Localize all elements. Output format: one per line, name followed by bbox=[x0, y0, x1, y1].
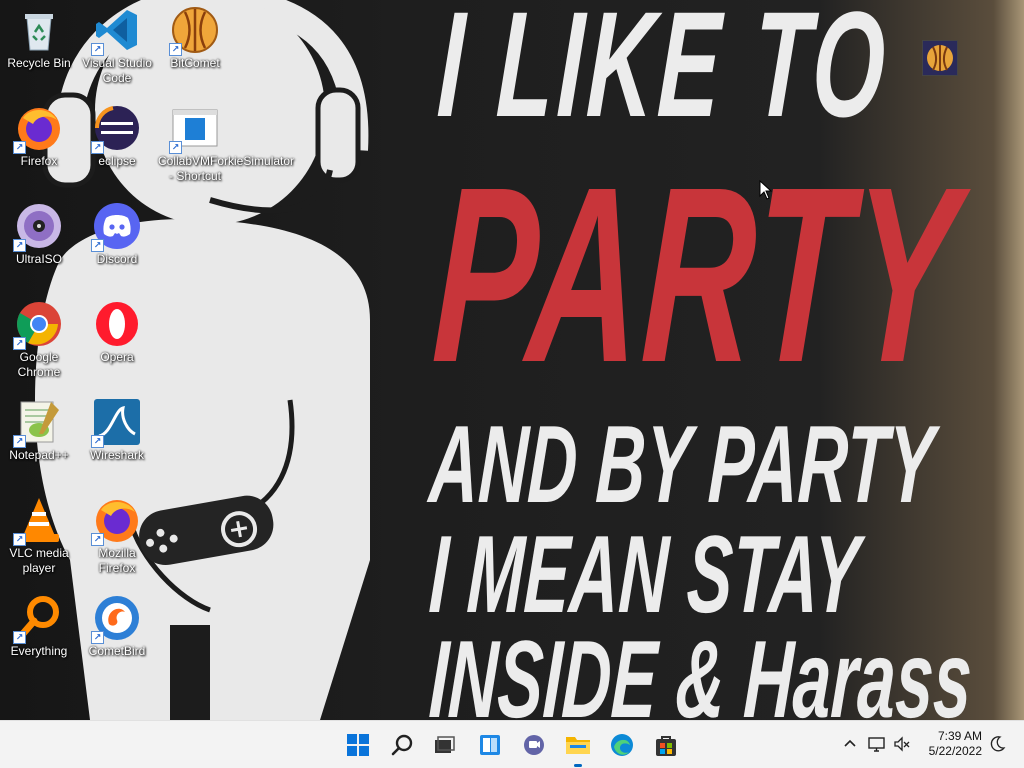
desktop-icon-vlc[interactable]: ↗ VLC media player bbox=[1, 492, 77, 576]
desktop-icon-vscode[interactable]: ↗ Visual Studio Code bbox=[79, 2, 155, 86]
vlc-icon: ↗ bbox=[13, 496, 63, 546]
icon-label: UltraISO bbox=[15, 252, 62, 266]
vscode-icon: ↗ bbox=[91, 6, 141, 56]
chrome-icon: ↗ bbox=[13, 300, 63, 350]
desktop-icon-chrome[interactable]: ↗ Google Chrome bbox=[1, 296, 77, 380]
icon-label: CometBird bbox=[88, 644, 146, 658]
icon-label: Notepad++ bbox=[9, 448, 69, 462]
desktop-icon-cometbird[interactable]: ↗ CometBird bbox=[79, 590, 155, 659]
file-explorer-icon bbox=[566, 737, 590, 754]
wallpaper-line-3: AND BY PARTY bbox=[426, 403, 937, 526]
desktop-icon-opera[interactable]: Opera bbox=[79, 296, 155, 365]
desktop-icon-bitcomet[interactable]: ↗ BitComet bbox=[157, 2, 233, 71]
taskbar: 7:39 AM 5/22/2022 bbox=[0, 720, 1024, 768]
network-icon bbox=[868, 737, 885, 752]
ultraiso-icon: ↗ bbox=[13, 202, 63, 252]
clock-date: 5/22/2022 bbox=[928, 744, 982, 758]
eclipse-icon: ↗ bbox=[91, 104, 141, 154]
store-icon bbox=[656, 736, 676, 756]
notepadpp-icon: ↗ bbox=[13, 398, 63, 448]
desktop-icon-mozilla-firefox[interactable]: ↗ Mozilla Firefox bbox=[79, 492, 155, 576]
wallpaper-line-4: I MEAN STAY bbox=[426, 513, 862, 636]
icon-label: CollabVMForkieSimulator - Shortcut bbox=[158, 154, 295, 183]
wallpaper-line-5: INSIDE & Harass bbox=[426, 618, 975, 720]
store-button[interactable] bbox=[650, 729, 682, 761]
network-button[interactable] bbox=[868, 735, 886, 753]
focus-assist-button[interactable] bbox=[988, 735, 1006, 753]
desktop-icon-notepadpp[interactable]: ↗ Notepad++ bbox=[1, 394, 77, 463]
icon-label: Wireshark bbox=[89, 448, 144, 462]
search-button[interactable] bbox=[386, 729, 418, 761]
desktop-icon-eclipse[interactable]: ↗ eclipse bbox=[79, 100, 155, 169]
desktop-icon-everything[interactable]: ↗ Everything bbox=[1, 590, 77, 659]
icon-label: Opera bbox=[100, 350, 134, 364]
chat-icon bbox=[524, 735, 544, 755]
widgets-button[interactable] bbox=[474, 729, 506, 761]
icon-label: Visual Studio Code bbox=[82, 56, 152, 85]
icon-label: Recycle Bin bbox=[7, 56, 71, 70]
mouse-cursor-icon bbox=[759, 180, 773, 200]
volume-button[interactable] bbox=[893, 735, 911, 753]
show-hidden-icons-button[interactable] bbox=[841, 735, 859, 753]
task-view-icon bbox=[435, 736, 455, 753]
firefox-icon: ↗ bbox=[91, 496, 141, 546]
icon-label: Discord bbox=[96, 252, 138, 266]
desktop-icon-discord[interactable]: ↗ Discord bbox=[79, 198, 155, 267]
opera-icon bbox=[93, 300, 141, 348]
volume-muted-icon bbox=[894, 736, 910, 752]
bitcomet-floating-icon[interactable] bbox=[922, 40, 958, 76]
search-icon bbox=[391, 734, 413, 756]
clock-time: 7:39 AM bbox=[937, 729, 982, 743]
cometbird-icon: ↗ bbox=[91, 594, 141, 644]
start-icon bbox=[347, 734, 369, 756]
discord-icon: ↗ bbox=[91, 202, 141, 252]
icon-label: VLC media player bbox=[9, 546, 69, 575]
desktop-icon-recycle-bin[interactable]: Recycle Bin bbox=[1, 2, 77, 71]
wallpaper-line-1: I LIKE TO bbox=[434, 0, 893, 148]
clock[interactable]: 7:39 AM 5/22/2022 bbox=[929, 729, 982, 759]
desktop-icon-collabvm[interactable]: ↗ CollabVMForkieSimulator - Shortcut bbox=[157, 100, 295, 184]
icon-label: Firefox bbox=[20, 154, 58, 168]
file-explorer-button[interactable] bbox=[562, 729, 594, 761]
icon-label: Mozilla Firefox bbox=[98, 546, 136, 575]
chat-button[interactable] bbox=[518, 729, 550, 761]
collabvm-icon: ↗ bbox=[169, 104, 219, 154]
task-view-button[interactable] bbox=[428, 729, 460, 761]
start-button[interactable] bbox=[342, 729, 374, 761]
wireshark-icon: ↗ bbox=[91, 398, 141, 448]
icon-label: Google Chrome bbox=[17, 350, 61, 379]
recycle-bin-icon bbox=[15, 6, 63, 54]
icon-label: Everything bbox=[10, 644, 68, 658]
wallpaper-line-2: PARTY bbox=[428, 135, 965, 414]
everything-icon: ↗ bbox=[13, 594, 63, 644]
desktop-icon-firefox[interactable]: ↗ Firefox bbox=[1, 100, 77, 169]
edge-icon bbox=[611, 734, 633, 756]
bitcomet-icon: ↗ bbox=[169, 6, 219, 56]
desktop-icon-ultraiso[interactable]: ↗ UltraISO bbox=[1, 198, 77, 267]
active-indicator bbox=[574, 764, 582, 767]
widgets-icon bbox=[480, 735, 500, 755]
desktop[interactable]: I LIKE TO PARTY AND BY PARTY I MEAN STAY… bbox=[0, 0, 1024, 720]
icon-label: BitComet bbox=[170, 56, 220, 70]
chevron-up-icon bbox=[844, 739, 856, 747]
firefox-icon: ↗ bbox=[13, 104, 63, 154]
edge-button[interactable] bbox=[606, 729, 638, 761]
desktop-icon-wireshark[interactable]: ↗ Wireshark bbox=[79, 394, 155, 463]
moon-icon bbox=[990, 736, 1006, 752]
icon-label: eclipse bbox=[98, 154, 136, 168]
